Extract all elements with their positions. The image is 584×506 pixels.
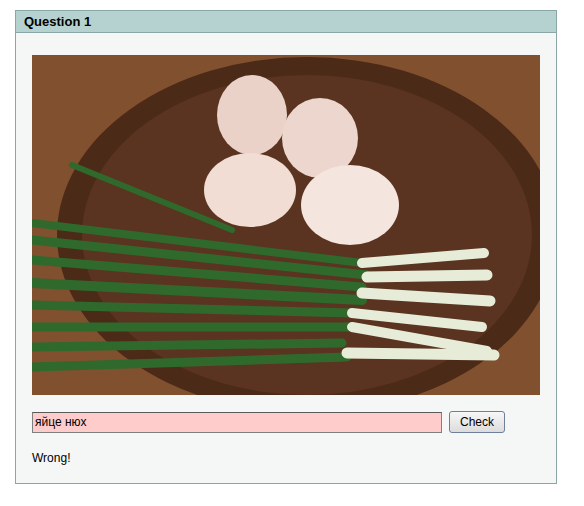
check-button[interactable]: Check [449,411,505,433]
question-title: Question 1 [16,11,556,33]
answer-field[interactable] [32,412,442,433]
feedback-text: Wrong! [32,451,541,466]
photo [32,55,540,395]
question-panel: Question 1 [15,10,557,484]
